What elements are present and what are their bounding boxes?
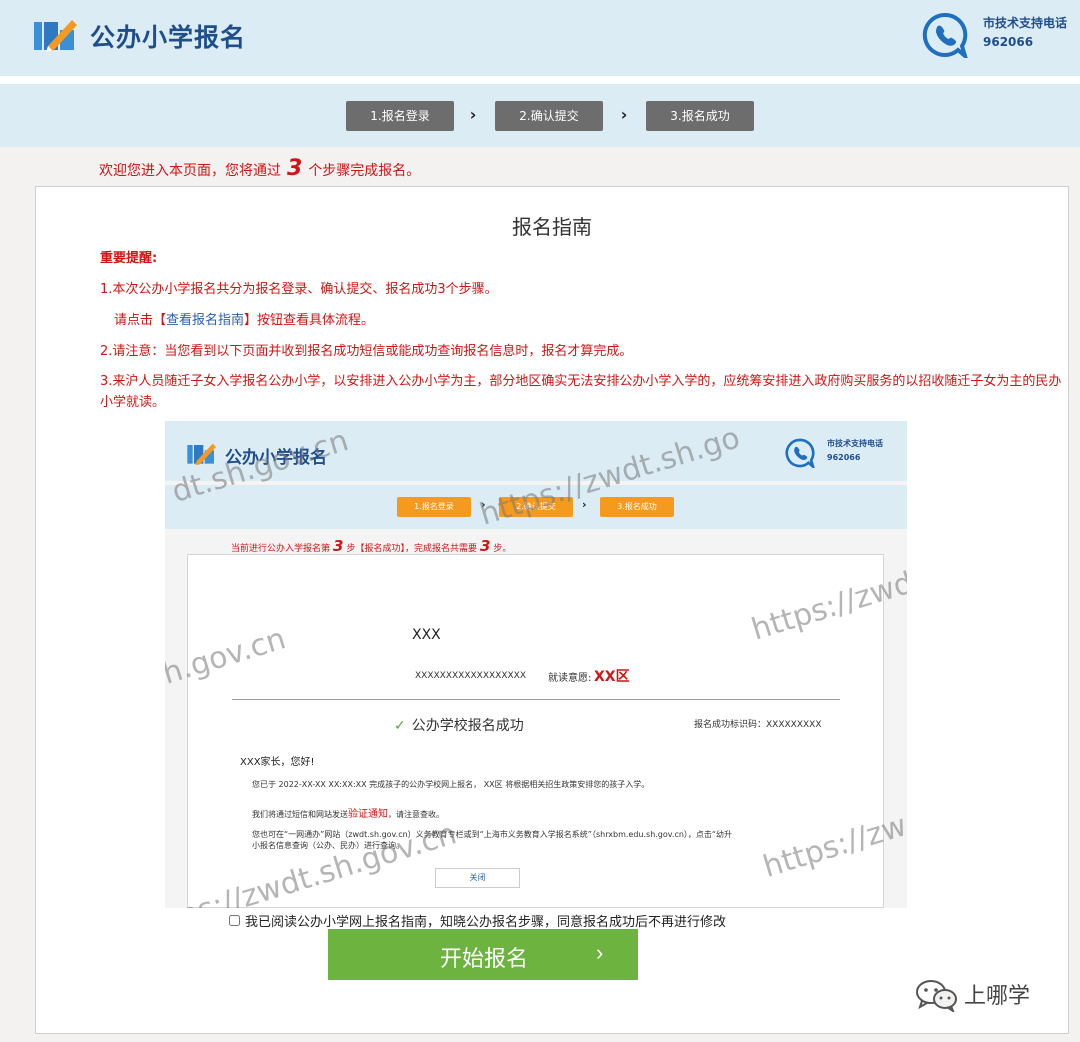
agreement-text: 我已阅读公办小学网上报名指南，知晓公办报名步骤，同意报名成功后不再进行修改 [245,915,727,930]
book-pencil-logo-icon [187,443,216,465]
guide-title: 报名指南 [512,215,592,239]
site-header: 公办小学报名 市技术支持电话 962066 [0,0,1080,76]
sample-line-4: 小报名信息查询（公办、民办）进行查询。 [252,841,404,850]
sample-step-success: 3.报名成功 [600,497,674,517]
guide-link-prefix: 请点击【 [114,313,167,328]
chevron-right-icon: › [596,940,604,965]
sample-success-heading: ✓ 公办学校报名成功 [394,715,524,735]
chevron-right-icon: › [620,105,628,124]
support-phone-number: 962066 [983,35,1034,49]
support-phone-label: 市技术支持电话 [983,16,1068,30]
sample-header: 公办小学报名 市技术支持电话 962066 [165,421,907,481]
step-count: 3 [287,156,303,181]
guide-link-suffix: 】按钮查看具体流程。 [244,313,375,328]
sample-success-code: 报名成功标识码：XXXXXXXXX [694,720,822,730]
step-login: 1.报名登录 [346,101,454,131]
sample-close-button: 关闭 [435,868,520,888]
header-divider [0,76,1080,84]
notice-item-1: 1.本次公办小学报名共分为报名登录、确认提交、报名成功3个步骤。 [100,282,498,297]
wechat-icon [916,980,957,1012]
sample-divider [232,699,840,700]
sample-progress-mid: 步【报名成功】，完成报名共需要 [346,544,477,554]
step-confirm: 2.确认提交 [495,101,603,131]
sample-line-2-suffix: ，请注意查收。 [388,810,444,819]
steps-bar: 1.报名登录 › 2.确认提交 › 3.报名成功 [0,84,1080,147]
sample-success-text: 公办学校报名成功 [411,718,524,734]
step-success: 3.报名成功 [646,101,754,131]
sample-child-name: XXX [412,627,441,643]
sample-id-number: XXXXXXXXXXXXXXXXXX [415,671,526,681]
sample-success-screenshot: 公办小学报名 市技术支持电话 962066 1.报名登录 › 2.确认提交 › … [165,421,907,908]
check-icon: ✓ [394,718,406,734]
sample-site-title: 公办小学报名 [225,448,327,468]
sample-progress-total: 3 [479,537,491,555]
phone-chat-icon [785,438,815,468]
guide-link-line: 请点击【查看报名指南】按钮查看具体流程。 [114,309,374,328]
phone-chat-icon [922,12,968,58]
sample-school-label: 就读意愿: [548,673,592,684]
sample-line-3: 您也可在“一网通办”网站（zwdt.sh.gov.cn）义务教育专栏或到“上海市… [252,830,733,839]
welcome-suffix: 个步骤完成报名。 [308,163,421,179]
sample-progress-suffix: 步。 [493,544,512,554]
start-registration-button[interactable]: 开始报名 › [328,929,638,980]
agreement-checkbox-row[interactable]: 我已阅读公办小学网上报名指南，知晓公办报名步骤，同意报名成功后不再进行修改 [229,911,726,930]
sample-result-box: XXX XXXXXXXXXXXXXXXXXX 就读意愿: XX区 ✓ 公办学校报名… [187,554,884,908]
sample-phone-number: 962066 [827,453,861,462]
book-pencil-logo-icon [34,20,77,52]
sample-progress-step: 3 [333,537,344,555]
sample-school-value: XX区 [594,669,630,685]
agreement-checkbox[interactable] [229,915,240,926]
chevron-right-icon: › [582,498,587,511]
guide-panel: 报名指南 重要提醒: 1.本次公办小学报名共分为报名登录、确认提交、报名成功3个… [35,186,1069,1034]
notice-item-3: 3.来沪人员随迁子女入学报名公办小学，以安排进入公办小学为主，部分地区确实无法安… [100,374,1062,410]
sample-progress-text: 当前进行公办入学报名第 3 步【报名成功】，完成报名共需要 3 步。 [231,537,511,555]
chevron-right-icon: › [481,498,486,511]
welcome-message: 欢迎您进入本页面，您将通过 3 个步骤完成报名。 [99,156,420,181]
sample-phone-label: 市技术支持电话 [827,439,883,448]
sample-step-confirm: 2.确认提交 [499,497,573,517]
sample-steps-bar: 1.报名登录 › 2.确认提交 › 3.报名成功 [165,485,907,529]
sample-line-2-prefix: 我们将通过短信和网站发送 [252,810,348,819]
view-guide-link[interactable]: 查看报名指南 [166,313,244,328]
sample-greeting: XXX家长，您好! [240,757,315,768]
welcome-prefix: 欢迎您进入本页面，您将通过 [99,163,281,179]
start-registration-label: 开始报名 [440,946,529,971]
sample-line-1: 您已于 2022-XX-XX XX:XX:XX 完成孩子的公办学校网上报名， X… [252,780,650,789]
chevron-right-icon: › [469,105,477,124]
sample-step-login: 1.报名登录 [397,497,471,517]
site-title[interactable]: 公办小学报名 [90,18,246,54]
notice-title: 重要提醒: [100,251,158,266]
notice-item-2: 2.请注意：当您看到以下页面并收到报名成功短信或能成功查询报名信息时，报名才算完… [100,344,633,359]
sample-line-2-red: 验证通知 [348,809,388,820]
sample-line-2: 我们将通过短信和网站发送验证通知，请注意查收。 [252,805,444,820]
brand-name: 上哪学 [964,984,1031,1009]
sample-progress-prefix: 当前进行公办入学报名第 [231,544,331,554]
